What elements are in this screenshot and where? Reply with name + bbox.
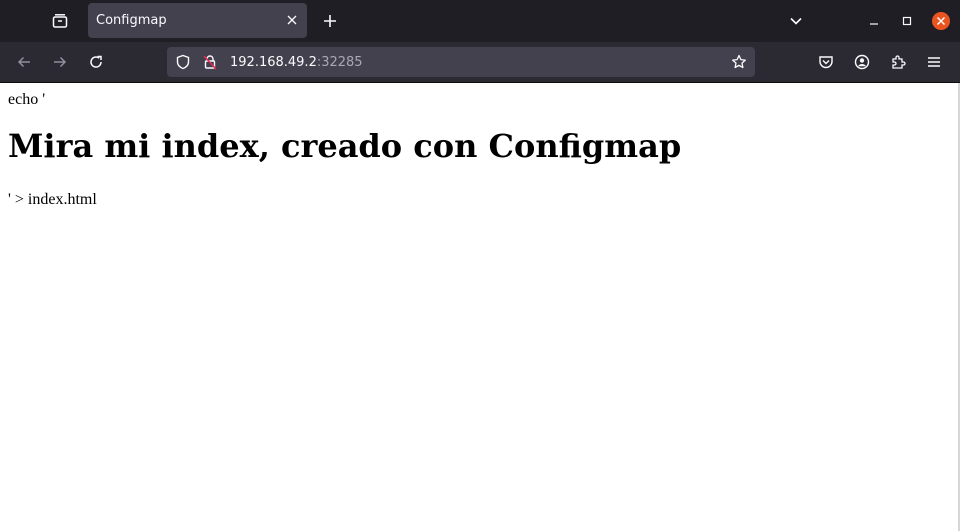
url-text[interactable]: 192.168.49.2:32285 [230,55,363,70]
puzzle-icon[interactable] [888,52,908,72]
insecure-lock-icon[interactable] [202,54,218,70]
plus-icon[interactable] [320,11,340,31]
shield-icon[interactable] [175,54,191,70]
tab-overview-icon[interactable] [50,11,70,31]
account-icon[interactable] [852,52,872,72]
navigation-toolbar: 192.168.49.2:32285 [0,42,960,83]
forward-arrow-icon[interactable] [50,52,70,72]
chevron-down-icon[interactable] [786,11,806,31]
page-heading: Mira mi index, creado con Configmap [8,127,682,165]
close-tab-icon[interactable] [285,13,299,27]
tab-configmap[interactable]: Configmap [88,3,307,38]
close-window-icon[interactable] [931,11,951,31]
back-arrow-icon[interactable] [14,52,34,72]
echo-text: echo ' [8,91,46,108]
pocket-icon[interactable] [816,52,836,72]
maximize-window-icon[interactable] [897,11,917,31]
minimize-window-icon[interactable] [864,11,884,31]
star-icon[interactable] [731,54,747,70]
reload-icon[interactable] [86,52,106,72]
redirect-text: ' > index.html [8,191,97,208]
tab-bar: Configmap [0,0,960,42]
url-bar[interactable]: 192.168.49.2:32285 [167,47,755,77]
url-port: :32285 [316,55,363,70]
tab-title: Configmap [96,13,167,28]
url-host: 192.168.49.2 [230,55,317,70]
hamburger-menu-icon[interactable] [924,52,944,72]
page-content: echo ' Mira mi index, creado con Configm… [0,83,960,531]
